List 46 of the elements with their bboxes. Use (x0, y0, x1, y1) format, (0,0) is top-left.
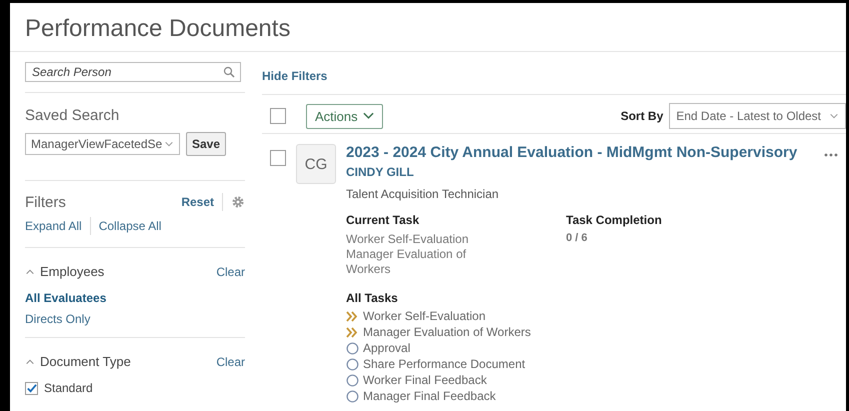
collapse-all-link[interactable]: Collapse All (98, 219, 162, 233)
filters-heading: Filters (25, 194, 66, 210)
task-name: Worker Self-Evaluation (363, 309, 486, 323)
search-icon (223, 66, 235, 78)
search-field[interactable]: Search Person (25, 62, 241, 82)
task-name: Worker Final Feedback (363, 373, 487, 387)
task-name: Manager Evaluation of Workers (363, 325, 531, 339)
expand-all-link[interactable]: Expand All (25, 219, 82, 233)
section-label: Saved Search (25, 106, 120, 126)
checkbox[interactable] (270, 150, 286, 166)
sort-dropdown[interactable]: End Date - Latest to Oldest (669, 103, 846, 129)
page-title: Performance Documents (10, 3, 846, 52)
avatar: CG (296, 144, 336, 184)
completion-count: 0 / 6 (566, 232, 588, 244)
reset-link[interactable]: Reset (181, 195, 214, 209)
person-name[interactable]: CINDY GILL (346, 161, 846, 179)
checkbox[interactable] (270, 108, 286, 124)
filter-option[interactable]: All Evaluatees (25, 289, 245, 310)
sort-label: Sort By (620, 109, 664, 123)
checkbox-label: Standard (44, 381, 93, 395)
collapse-icon[interactable] (25, 358, 35, 366)
job-title: Talent Acquisition Technician (346, 186, 500, 201)
saved-search-dropdown[interactable]: ManagerViewFacetedSe (25, 133, 180, 155)
save-button[interactable]: Save (186, 132, 226, 156)
chevron-down-icon (829, 112, 839, 120)
section-heading: All Tasks (346, 291, 399, 307)
chevron-down-icon (362, 112, 374, 120)
filter-group-title: Employees (40, 264, 104, 279)
hide-filters-link[interactable]: Hide Filters (262, 69, 328, 83)
column-heading: Task Completion (566, 213, 662, 229)
filter-group-title: Document Type (40, 354, 131, 369)
collapse-icon[interactable] (25, 268, 35, 276)
settings-icon[interactable] (231, 195, 245, 209)
current-task: Manager Evaluation of Workers (346, 247, 468, 277)
actions-button[interactable]: Actions (306, 104, 383, 128)
clear-link[interactable]: Clear (216, 264, 245, 278)
column-heading: Current Task (346, 213, 420, 229)
checkbox[interactable] (25, 382, 38, 394)
filter-option[interactable]: Directs Only (25, 310, 245, 331)
chevron-down-icon (164, 140, 174, 148)
task-name: Approval (363, 341, 410, 355)
task-name: Share Performance Document (363, 357, 526, 371)
task-name: Manager Final Feedback (363, 389, 496, 403)
clear-link[interactable]: Clear (216, 354, 245, 368)
current-task: Worker Self-Evaluation (346, 232, 470, 247)
document-title-link[interactable]: 2023 - 2024 City Annual Evaluation - MidMgmt Non-Supervisory (346, 144, 798, 161)
